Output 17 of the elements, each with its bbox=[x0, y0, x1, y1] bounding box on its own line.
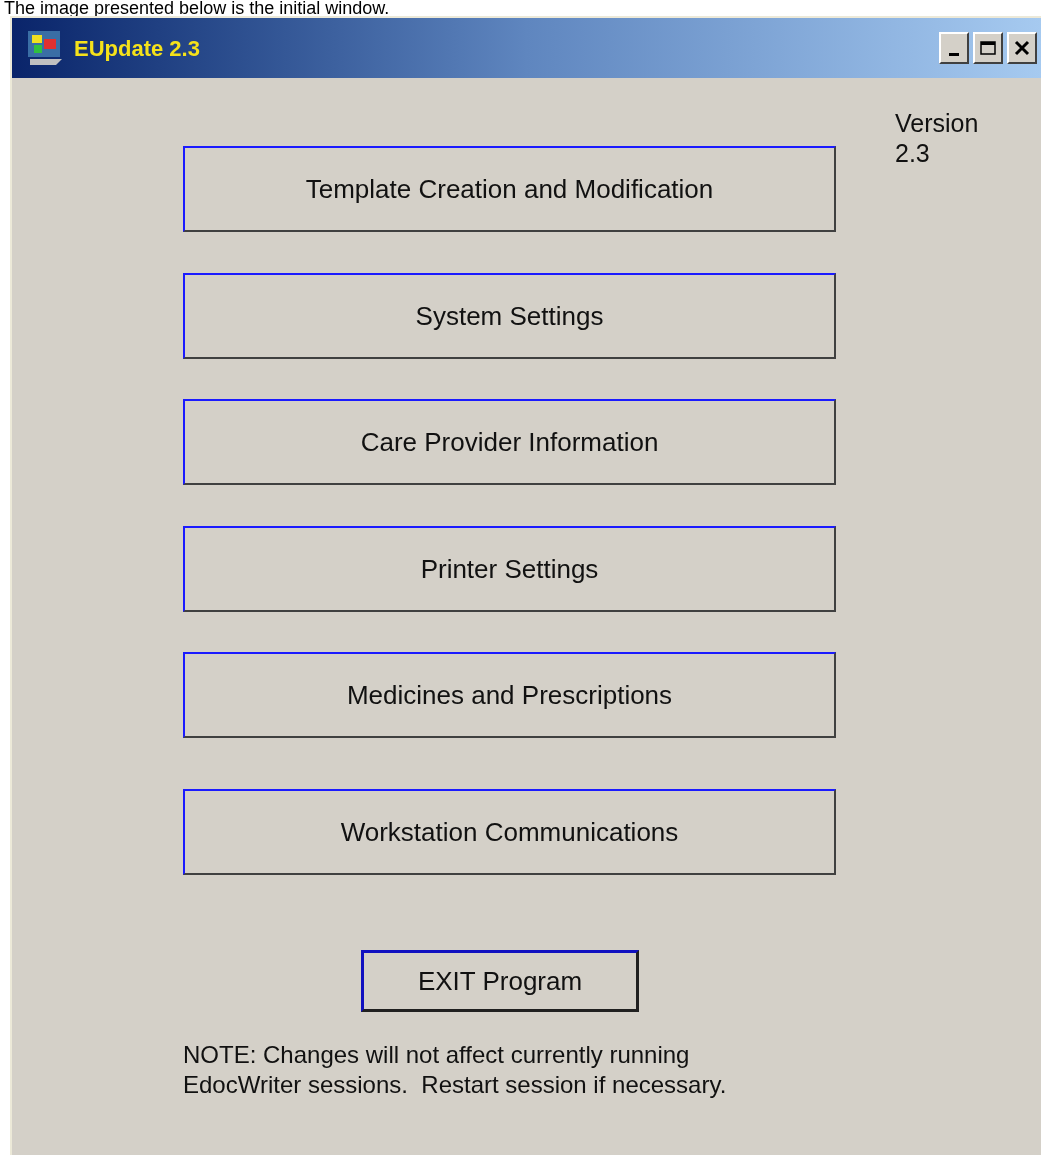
menu-button[interactable]: Printer Settings bbox=[183, 526, 836, 612]
menu-button[interactable]: Medicines and Prescriptions bbox=[183, 652, 836, 738]
close-icon bbox=[1014, 40, 1030, 56]
caption-text: The image presented below is the initial window. bbox=[3, 0, 390, 16]
maximize-button[interactable] bbox=[973, 32, 1003, 64]
menu-button[interactable]: Care Provider Information bbox=[183, 399, 836, 485]
exit-button[interactable]: EXIT Program bbox=[361, 950, 639, 1012]
menu-button[interactable]: System Settings bbox=[183, 273, 836, 359]
close-button[interactable] bbox=[1007, 32, 1037, 64]
note-text: NOTE: Changes will not affect currently running EdocWriter sessions. Restart session if necessary. bbox=[183, 1040, 728, 1100]
minimize-button[interactable] bbox=[939, 32, 969, 64]
window-title: EUpdate 2.3 bbox=[74, 34, 200, 63]
menu-button[interactable]: Workstation Communications bbox=[183, 789, 836, 875]
version-label: Version 2.3 bbox=[895, 108, 979, 168]
menu-button[interactable]: Template Creation and Modification bbox=[183, 146, 836, 232]
minimize-icon bbox=[949, 52, 959, 56]
maximize-icon bbox=[980, 41, 996, 55]
